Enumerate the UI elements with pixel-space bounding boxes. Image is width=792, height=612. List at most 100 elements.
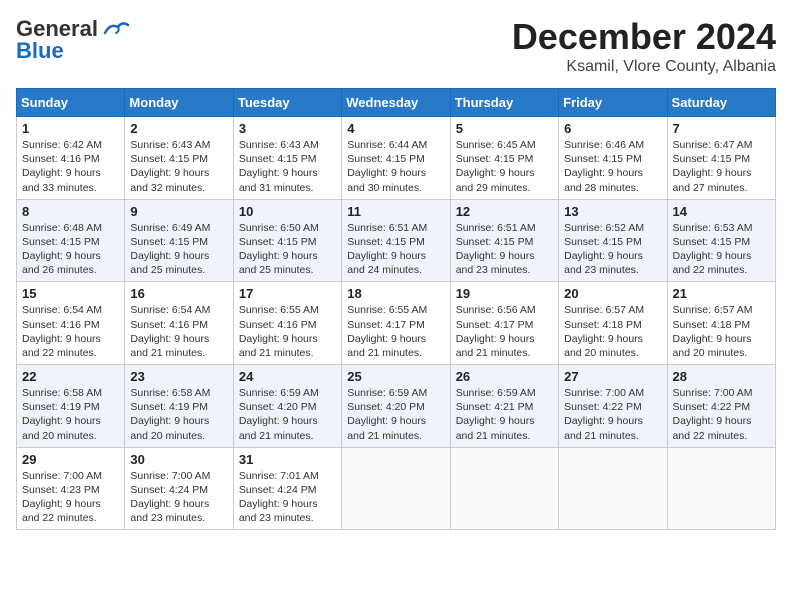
day-info: Sunrise: 6:55 AM Sunset: 4:16 PM Dayligh… bbox=[239, 303, 336, 360]
day-number: 29 bbox=[22, 452, 119, 467]
calendar-cell: 23 Sunrise: 6:58 AM Sunset: 4:19 PM Dayli… bbox=[125, 365, 233, 448]
day-info: Sunrise: 6:50 AM Sunset: 4:15 PM Dayligh… bbox=[239, 221, 336, 278]
day-number: 28 bbox=[673, 369, 770, 384]
calendar-cell: 14 Sunrise: 6:53 AM Sunset: 4:15 PM Dayli… bbox=[667, 199, 775, 282]
day-info: Sunrise: 6:57 AM Sunset: 4:18 PM Dayligh… bbox=[564, 303, 661, 360]
calendar-cell bbox=[667, 447, 775, 530]
page-subtitle: Ksamil, Vlore County, Albania bbox=[512, 58, 776, 76]
title-block: December 2024 Ksamil, Vlore County, Alba… bbox=[512, 16, 776, 76]
calendar-week-row: 1 Sunrise: 6:42 AM Sunset: 4:16 PM Daylig… bbox=[17, 117, 776, 200]
day-info: Sunrise: 6:51 AM Sunset: 4:15 PM Dayligh… bbox=[456, 221, 553, 278]
day-info: Sunrise: 6:51 AM Sunset: 4:15 PM Dayligh… bbox=[347, 221, 444, 278]
day-info: Sunrise: 6:42 AM Sunset: 4:16 PM Dayligh… bbox=[22, 138, 119, 195]
day-number: 18 bbox=[347, 286, 444, 301]
day-number: 27 bbox=[564, 369, 661, 384]
weekday-wednesday: Wednesday bbox=[342, 89, 450, 117]
day-number: 3 bbox=[239, 121, 336, 136]
weekday-friday: Friday bbox=[559, 89, 667, 117]
day-number: 9 bbox=[130, 204, 227, 219]
day-info: Sunrise: 6:52 AM Sunset: 4:15 PM Dayligh… bbox=[564, 221, 661, 278]
day-number: 14 bbox=[673, 204, 770, 219]
day-info: Sunrise: 6:47 AM Sunset: 4:15 PM Dayligh… bbox=[673, 138, 770, 195]
day-number: 12 bbox=[456, 204, 553, 219]
day-info: Sunrise: 6:54 AM Sunset: 4:16 PM Dayligh… bbox=[130, 303, 227, 360]
day-number: 8 bbox=[22, 204, 119, 219]
calendar-cell: 31 Sunrise: 7:01 AM Sunset: 4:24 PM Dayli… bbox=[233, 447, 341, 530]
day-info: Sunrise: 6:58 AM Sunset: 4:19 PM Dayligh… bbox=[22, 386, 119, 443]
calendar-cell bbox=[450, 447, 558, 530]
weekday-saturday: Saturday bbox=[667, 89, 775, 117]
calendar-cell: 9 Sunrise: 6:49 AM Sunset: 4:15 PM Daylig… bbox=[125, 199, 233, 282]
day-number: 6 bbox=[564, 121, 661, 136]
day-number: 13 bbox=[564, 204, 661, 219]
weekday-monday: Monday bbox=[125, 89, 233, 117]
calendar-cell: 7Sunrise: 6:47 AM Sunset: 4:15 PM Daylig… bbox=[667, 117, 775, 200]
calendar-cell: 5Sunrise: 6:45 AM Sunset: 4:15 PM Daylig… bbox=[450, 117, 558, 200]
weekday-sunday: Sunday bbox=[17, 89, 125, 117]
calendar-cell: 8 Sunrise: 6:48 AM Sunset: 4:15 PM Daylig… bbox=[17, 199, 125, 282]
calendar-cell: 15Sunrise: 6:54 AM Sunset: 4:16 PM Dayli… bbox=[17, 282, 125, 365]
day-number: 1 bbox=[22, 121, 119, 136]
calendar-cell: 25Sunrise: 6:59 AM Sunset: 4:20 PM Dayli… bbox=[342, 365, 450, 448]
calendar-cell: 26Sunrise: 6:59 AM Sunset: 4:21 PM Dayli… bbox=[450, 365, 558, 448]
calendar-cell: 17 Sunrise: 6:55 AM Sunset: 4:16 PM Dayli… bbox=[233, 282, 341, 365]
day-info: Sunrise: 6:48 AM Sunset: 4:15 PM Dayligh… bbox=[22, 221, 119, 278]
calendar-cell bbox=[559, 447, 667, 530]
day-number: 17 bbox=[239, 286, 336, 301]
day-info: Sunrise: 6:43 AM Sunset: 4:15 PM Dayligh… bbox=[130, 138, 227, 195]
day-info: Sunrise: 7:00 AM Sunset: 4:22 PM Dayligh… bbox=[673, 386, 770, 443]
calendar-week-row: 15 Sunrise: 6:54 AM Sunset: 4:16 PM Dayli… bbox=[17, 282, 776, 365]
day-info: Sunrise: 6:55 AM Sunset: 4:17 PM Dayligh… bbox=[347, 303, 444, 360]
calendar-week-row: 29 Sunrise: 7:00 AM Sunset: 4:23 PM Dayli… bbox=[17, 447, 776, 530]
calendar-cell: 1 Sunrise: 6:42 AM Sunset: 4:16 PM Daylig… bbox=[17, 117, 125, 200]
calendar-cell bbox=[342, 447, 450, 530]
day-info: Sunrise: 6:49 AM Sunset: 4:15 PM Dayligh… bbox=[130, 221, 227, 278]
day-number: 31 bbox=[239, 452, 336, 467]
calendar-cell: 6 Sunrise: 6:46 AM Sunset: 4:15 PM Daylig… bbox=[559, 117, 667, 200]
day-info: Sunrise: 6:44 AM Sunset: 4:15 PM Dayligh… bbox=[347, 138, 444, 195]
day-info: Sunrise: 6:58 AM Sunset: 4:19 PM Dayligh… bbox=[130, 386, 227, 443]
calendar-cell: 19Sunrise: 6:56 AM Sunset: 4:17 PM Dayli… bbox=[450, 282, 558, 365]
day-info: Sunrise: 6:43 AM Sunset: 4:15 PM Dayligh… bbox=[239, 138, 336, 195]
page-title: December 2024 bbox=[512, 16, 776, 58]
logo-bird-icon bbox=[100, 19, 130, 39]
day-number: 15 bbox=[22, 286, 119, 301]
calendar-cell: 21Sunrise: 6:57 AM Sunset: 4:18 PM Dayli… bbox=[667, 282, 775, 365]
day-info: Sunrise: 6:59 AM Sunset: 4:21 PM Dayligh… bbox=[456, 386, 553, 443]
calendar-week-row: 8 Sunrise: 6:48 AM Sunset: 4:15 PM Daylig… bbox=[17, 199, 776, 282]
day-info: Sunrise: 6:56 AM Sunset: 4:17 PM Dayligh… bbox=[456, 303, 553, 360]
day-number: 22 bbox=[22, 369, 119, 384]
page-header: General Blue December 2024 Ksamil, Vlore… bbox=[16, 16, 776, 76]
calendar-table: Sunday Monday Tuesday Wednesday Thursday… bbox=[16, 88, 776, 530]
day-number: 11 bbox=[347, 204, 444, 219]
day-info: Sunrise: 7:00 AM Sunset: 4:22 PM Dayligh… bbox=[564, 386, 661, 443]
calendar-cell: 20Sunrise: 6:57 AM Sunset: 4:18 PM Dayli… bbox=[559, 282, 667, 365]
day-number: 16 bbox=[130, 286, 227, 301]
day-info: Sunrise: 7:01 AM Sunset: 4:24 PM Dayligh… bbox=[239, 469, 336, 526]
calendar-cell: 22 Sunrise: 6:58 AM Sunset: 4:19 PM Dayli… bbox=[17, 365, 125, 448]
calendar-cell: 30 Sunrise: 7:00 AM Sunset: 4:24 PM Dayli… bbox=[125, 447, 233, 530]
day-number: 4 bbox=[347, 121, 444, 136]
calendar-cell: 28 Sunrise: 7:00 AM Sunset: 4:22 PM Dayli… bbox=[667, 365, 775, 448]
calendar-cell: 16 Sunrise: 6:54 AM Sunset: 4:16 PM Dayli… bbox=[125, 282, 233, 365]
day-info: Sunrise: 7:00 AM Sunset: 4:24 PM Dayligh… bbox=[130, 469, 227, 526]
calendar-week-row: 22 Sunrise: 6:58 AM Sunset: 4:19 PM Dayli… bbox=[17, 365, 776, 448]
calendar-cell: 3 Sunrise: 6:43 AM Sunset: 4:15 PM Daylig… bbox=[233, 117, 341, 200]
day-info: Sunrise: 6:46 AM Sunset: 4:15 PM Dayligh… bbox=[564, 138, 661, 195]
weekday-tuesday: Tuesday bbox=[233, 89, 341, 117]
day-number: 21 bbox=[673, 286, 770, 301]
logo-blue: Blue bbox=[16, 38, 64, 64]
day-info: Sunrise: 6:59 AM Sunset: 4:20 PM Dayligh… bbox=[347, 386, 444, 443]
calendar-cell: 27 Sunrise: 7:00 AM Sunset: 4:22 PM Dayli… bbox=[559, 365, 667, 448]
day-info: Sunrise: 6:53 AM Sunset: 4:15 PM Dayligh… bbox=[673, 221, 770, 278]
day-number: 2 bbox=[130, 121, 227, 136]
calendar-cell: 10Sunrise: 6:50 AM Sunset: 4:15 PM Dayli… bbox=[233, 199, 341, 282]
calendar-header-row: Sunday Monday Tuesday Wednesday Thursday… bbox=[17, 89, 776, 117]
calendar-cell: 13 Sunrise: 6:52 AM Sunset: 4:15 PM Dayli… bbox=[559, 199, 667, 282]
day-info: Sunrise: 7:00 AM Sunset: 4:23 PM Dayligh… bbox=[22, 469, 119, 526]
calendar-cell: 12 Sunrise: 6:51 AM Sunset: 4:15 PM Dayli… bbox=[450, 199, 558, 282]
day-number: 23 bbox=[130, 369, 227, 384]
day-number: 30 bbox=[130, 452, 227, 467]
logo: General Blue bbox=[16, 16, 130, 64]
calendar-cell: 29 Sunrise: 7:00 AM Sunset: 4:23 PM Dayli… bbox=[17, 447, 125, 530]
